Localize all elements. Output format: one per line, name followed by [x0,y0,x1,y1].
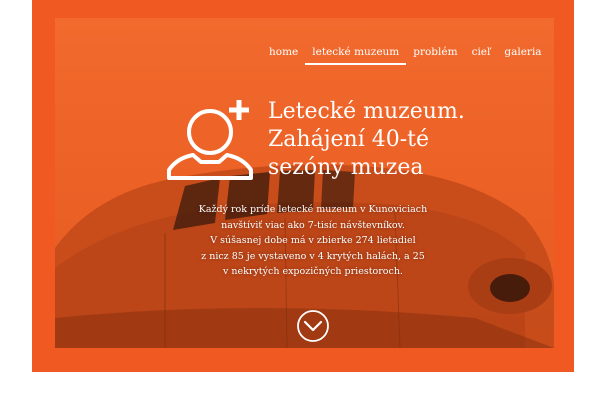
user-add-icon [167,100,253,180]
hero-section [55,18,554,348]
nav-item-ciel[interactable]: cieľ [465,46,498,65]
hero-title: Letecké muzeum. Zahájení 40-té sezóny mu… [268,98,465,182]
description-line: z nicz 85 je vystaveno v 4 krytých halác… [201,250,425,262]
hero-title-line: sezóny muzea [268,155,424,180]
description-line: V súšasnej dobe má v zbierke 274 lietadi… [210,235,416,246]
description-line: navštíviť viac ako 7-tisíc návštevníkov. [221,219,405,231]
description-line: v nekrytých expozičných priestoroch. [223,266,403,277]
hero-title-line: Letecké muzeum. [268,99,465,124]
nav-item-galeria[interactable]: galeria [497,46,548,65]
chevron-down-circle-icon[interactable] [296,309,330,343]
main-nav: home letecké muzeum problém cieľ galeria [262,46,549,65]
hero-title-line: Zahájení 40-té [268,127,430,152]
nav-item-problem[interactable]: problém [406,46,464,65]
description-line: Každý rok príde letecké muzeum v Kunovic… [198,204,428,215]
nav-item-letecke-muzeum[interactable]: letecké muzeum [305,46,407,65]
aircraft-background-image [55,164,554,348]
hero-description: Každý rok príde letecké muzeum v Kunovic… [168,202,458,280]
nav-item-home[interactable]: home [262,46,305,65]
